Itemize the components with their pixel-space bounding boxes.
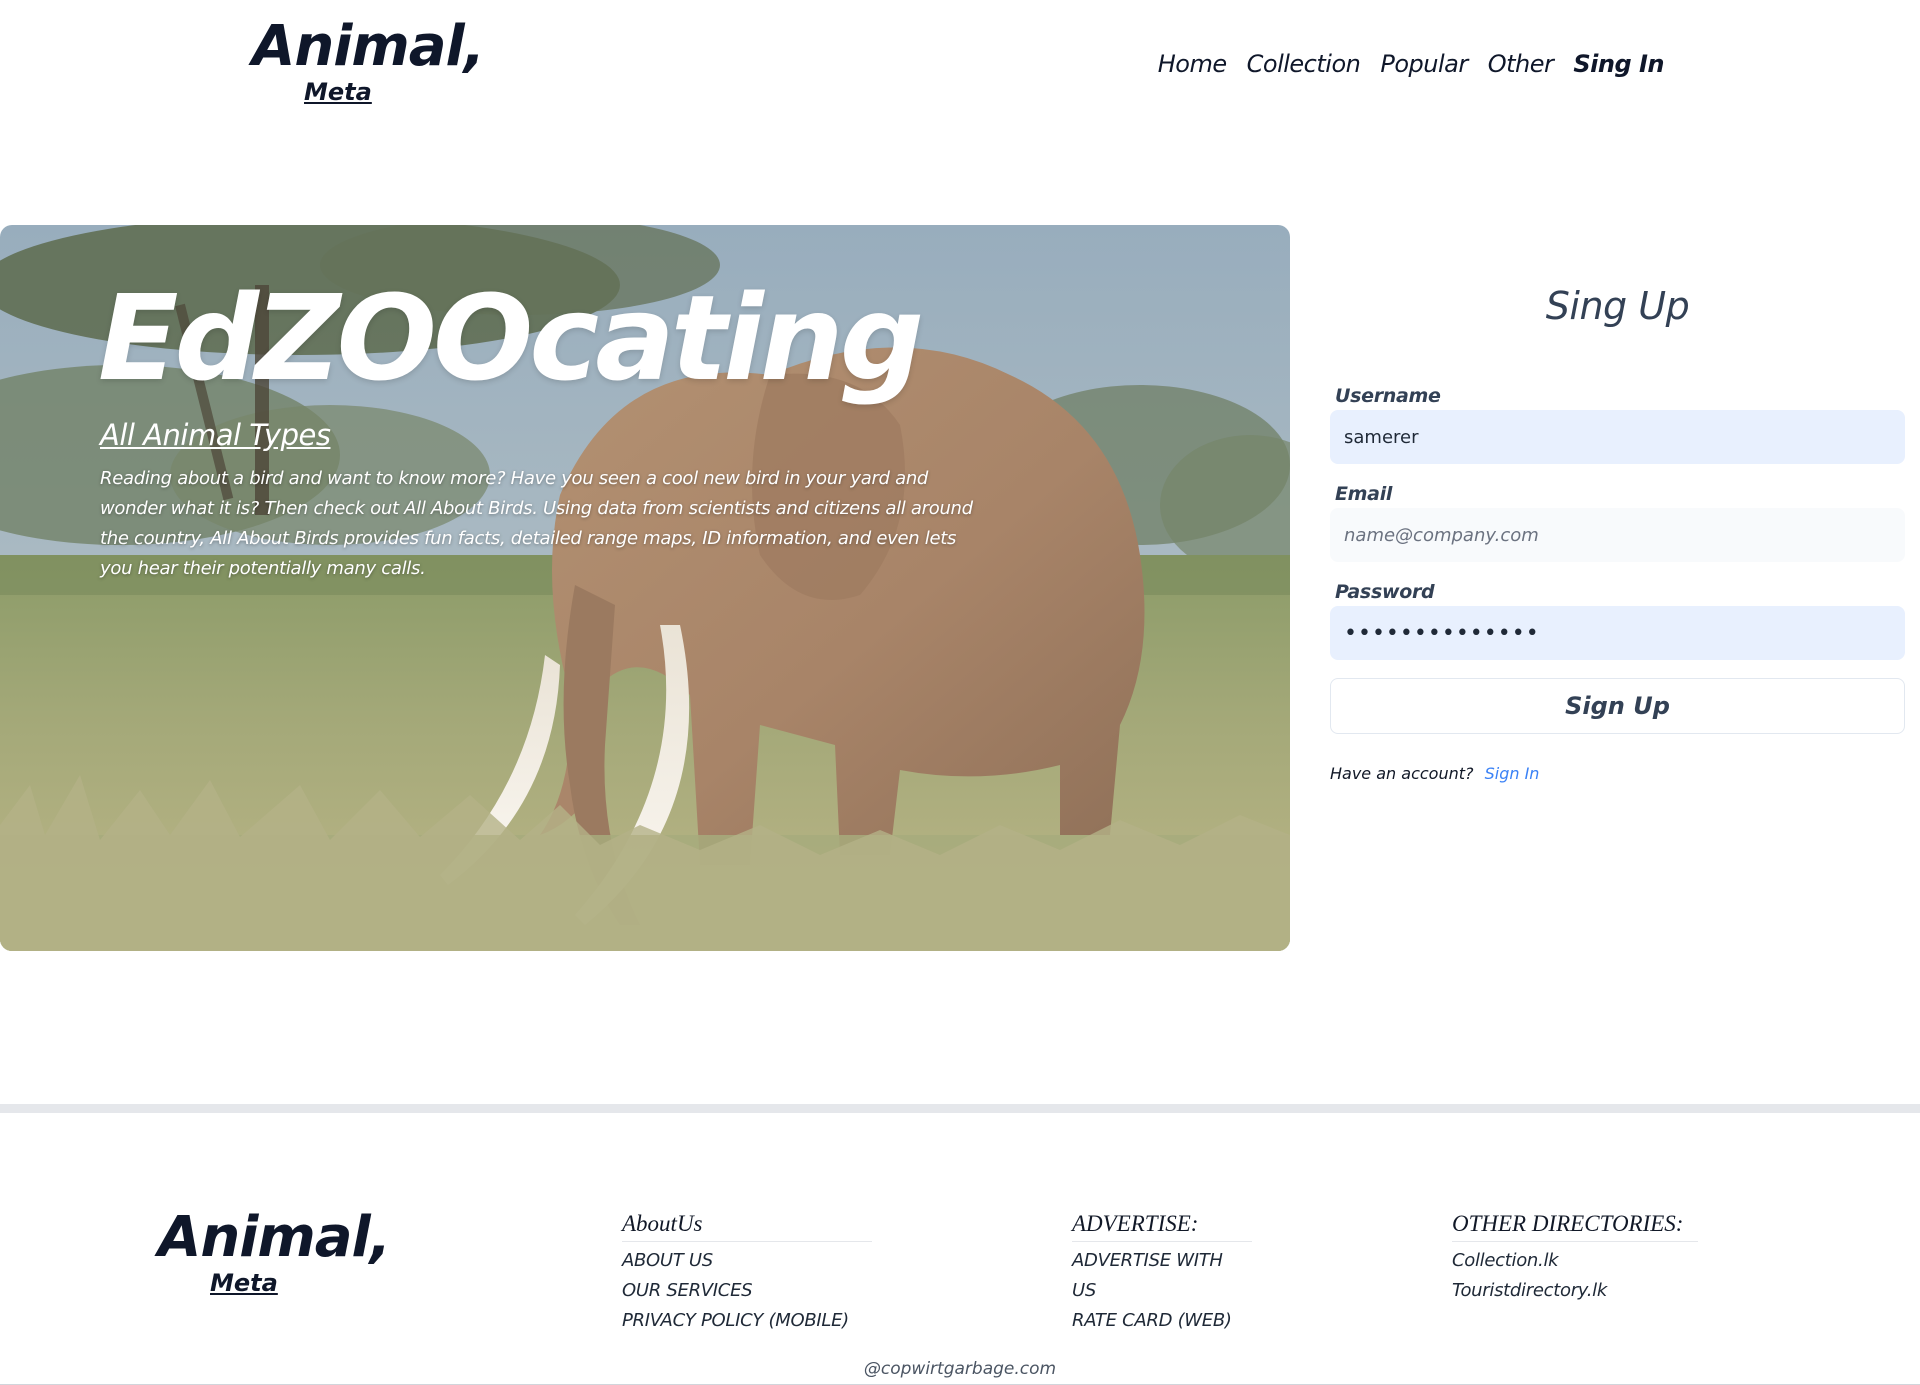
site-logo[interactable]: Animal, Meta xyxy=(252,14,492,114)
footer-link-privacy-policy[interactable]: PRIVACY POLICY (MOBILE) xyxy=(622,1306,872,1336)
hero-description: Reading about a bird and want to know mo… xyxy=(100,468,973,579)
username-field-group: Username xyxy=(1330,384,1905,464)
sign-in-link[interactable]: Sign In xyxy=(1485,764,1540,783)
nav-home[interactable]: Home xyxy=(1158,46,1227,82)
logo-subtitle: Meta xyxy=(304,78,372,106)
footer-advertise-heading: ADVERTISE: xyxy=(1072,1209,1252,1242)
email-input[interactable] xyxy=(1330,508,1905,562)
footer-about-column: AboutUs ABOUT US OUR SERVICES PRIVACY PO… xyxy=(622,1209,872,1336)
footer-link-touristdirectory[interactable]: Touristdirectory.lk xyxy=(1452,1276,1698,1306)
nav-sign-in[interactable]: Sing In xyxy=(1573,46,1664,82)
password-field-group: Password xyxy=(1330,580,1905,660)
have-account-text: Have an account? xyxy=(1330,764,1474,783)
footer-link-collection[interactable]: Collection.lk xyxy=(1452,1246,1698,1276)
main-nav: Home Collection Popular Other Sing In xyxy=(1158,46,1665,82)
footer-advertise-column: ADVERTISE: ADVERTISE WITH US RATE CARD (… xyxy=(1072,1209,1252,1336)
logo-title: Animal, xyxy=(252,14,485,79)
footer-link-advertise-with-us[interactable]: ADVERTISE WITH US xyxy=(1072,1246,1252,1306)
hero-title: EdZOOcating xyxy=(98,269,924,407)
password-label: Password xyxy=(1335,581,1435,603)
copyright-text: @copwirtgarbage.com xyxy=(863,1359,1057,1379)
hero-subtitle-link[interactable]: All Animal Types xyxy=(100,417,331,453)
have-account-row: Have an account? Sign In xyxy=(1330,764,1905,783)
footer-logo-title: Animal, xyxy=(158,1205,391,1270)
signup-form: Sing Up Username Email Password Sign Up … xyxy=(1330,270,1905,783)
username-input[interactable] xyxy=(1330,410,1905,464)
site-footer: Animal, Meta AboutUs ABOUT US OUR SERVIC… xyxy=(0,1104,1920,1385)
footer-directories-heading: OTHER DIRECTORIES: xyxy=(1452,1209,1698,1242)
footer-logo-subtitle: Meta xyxy=(210,1269,278,1297)
footer-logo[interactable]: Animal, Meta xyxy=(158,1205,398,1305)
email-label: Email xyxy=(1335,483,1393,505)
password-input[interactable] xyxy=(1330,606,1905,660)
footer-directories-column: OTHER DIRECTORIES: Collection.lk Tourist… xyxy=(1452,1209,1698,1306)
username-label: Username xyxy=(1335,385,1441,407)
footer-link-our-services[interactable]: OUR SERVICES xyxy=(622,1276,872,1306)
footer-link-about-us[interactable]: ABOUT US xyxy=(622,1246,872,1276)
signup-heading: Sing Up xyxy=(1545,284,1690,328)
footer-link-rate-card[interactable]: RATE CARD (WEB) xyxy=(1072,1306,1252,1336)
footer-about-heading: AboutUs xyxy=(622,1209,872,1242)
email-field-group: Email xyxy=(1330,482,1905,562)
nav-popular[interactable]: Popular xyxy=(1380,46,1468,82)
nav-collection[interactable]: Collection xyxy=(1247,46,1361,82)
nav-other[interactable]: Other xyxy=(1488,46,1554,82)
sign-up-button[interactable]: Sign Up xyxy=(1330,678,1905,734)
